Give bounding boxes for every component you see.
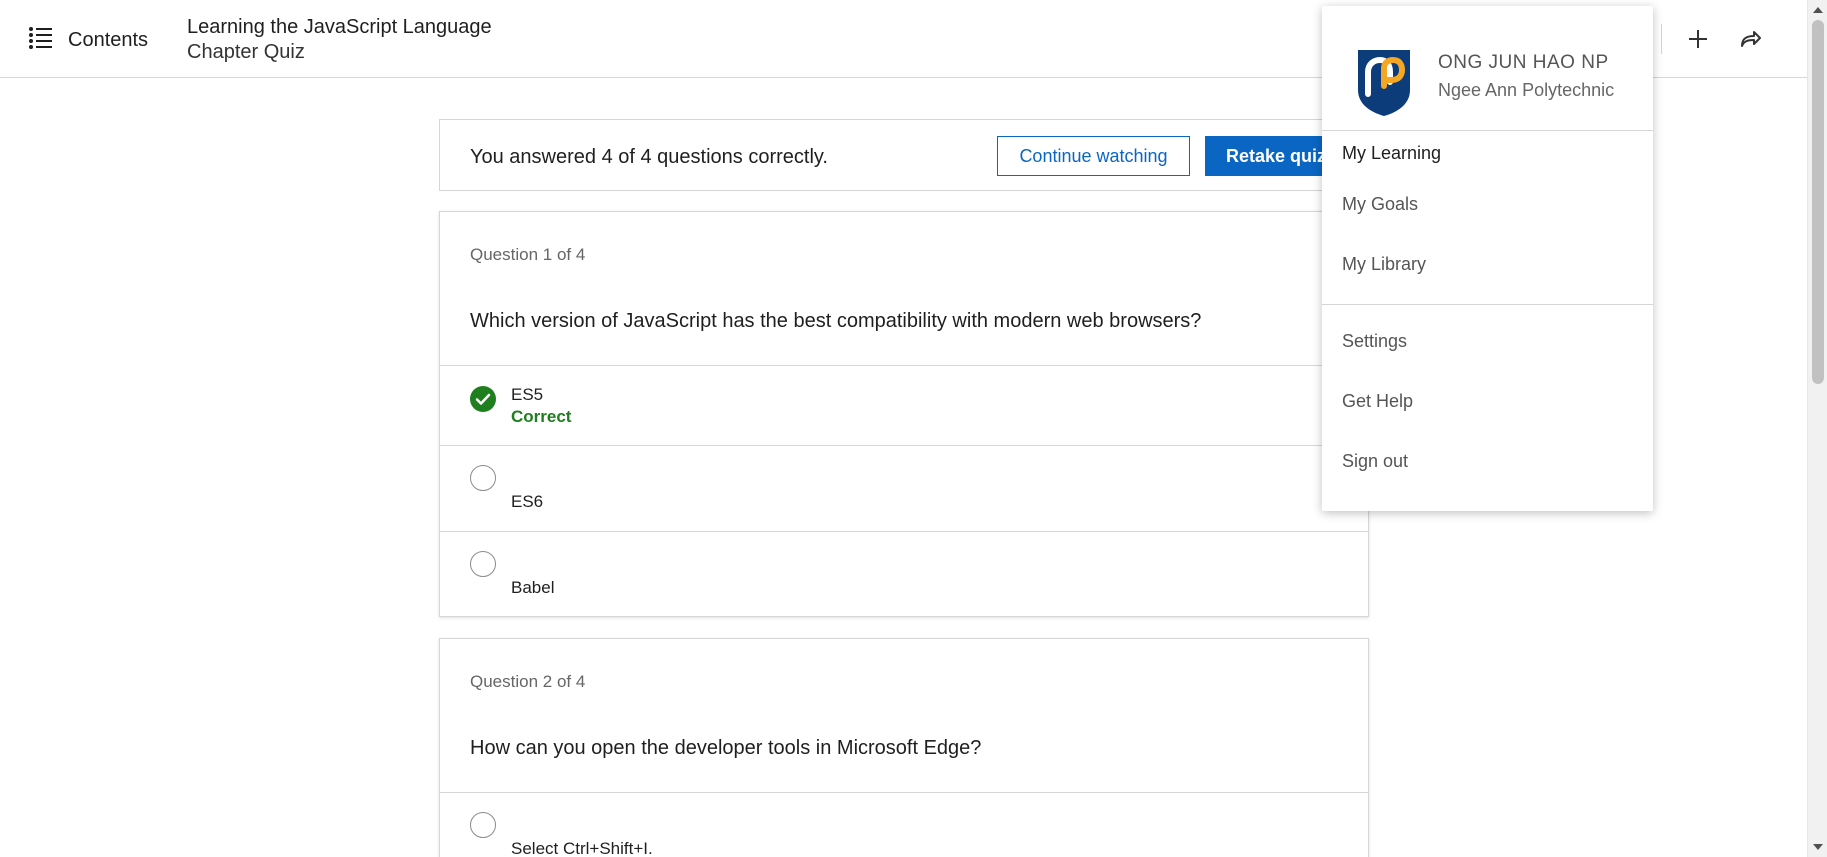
radio-button[interactable] [470, 812, 496, 838]
contents-label: Contents [68, 28, 149, 51]
scrollbar-thumb[interactable] [1812, 20, 1824, 384]
answer-option[interactable]: Select Ctrl+Shift+I. [440, 792, 1368, 857]
profile-menu: ONG JUN HAO NP Ngee Ann Polytechnic My L… [1322, 6, 1653, 511]
share-arrow-icon[interactable] [1732, 21, 1768, 57]
scroll-down-arrow-icon[interactable] [1808, 839, 1827, 855]
header-actions: 3 [1640, 20, 1784, 58]
answer-option[interactable]: Babel [440, 531, 1368, 617]
list-icon [28, 24, 54, 56]
np-shield-logo [1354, 46, 1414, 118]
option-label: Select Ctrl+Shift+I. [511, 839, 653, 857]
menu-item-sign-out[interactable]: Sign out [1342, 451, 1408, 472]
answer-option[interactable]: ES5 Correct [440, 365, 1368, 445]
question-number: Question 1 of 4 [470, 245, 586, 264]
question-card: Question 2 of 4 How can you open the dev… [439, 638, 1369, 857]
option-label: ES5 [511, 385, 544, 404]
menu-item-settings[interactable]: Settings [1342, 331, 1407, 352]
menu-item-get-help[interactable]: Get Help [1342, 391, 1413, 412]
result-banner: You answered 4 of 4 questions correctly.… [439, 119, 1370, 191]
menu-item-my-library[interactable]: My Library [1342, 254, 1426, 275]
page-scrollbar[interactable] [1807, 0, 1827, 857]
user-name: ONG JUN HAO NP [1438, 52, 1609, 73]
user-organization: Ngee Ann Polytechnic [1438, 80, 1615, 100]
plus-icon[interactable] [1680, 21, 1716, 57]
question-text: Which version of JavaScript has the best… [470, 310, 1202, 332]
question-card: Question 1 of 4 Which version of JavaScr… [439, 211, 1369, 617]
result-message: You answered 4 of 4 questions correctly. [470, 146, 828, 168]
question-text: How can you open the developer tools in … [470, 737, 982, 759]
contents-button[interactable]: Contents [28, 24, 148, 56]
menu-divider [1322, 130, 1653, 131]
menu-item-my-goals[interactable]: My Goals [1342, 194, 1418, 215]
radio-button[interactable] [470, 551, 496, 577]
question-number: Question 2 of 4 [470, 672, 586, 691]
header-divider [1661, 24, 1663, 54]
scroll-up-arrow-icon[interactable] [1808, 2, 1827, 18]
continue-watching-button[interactable]: Continue watching [997, 136, 1190, 176]
menu-divider [1322, 304, 1653, 305]
correct-feedback: Correct [511, 407, 572, 426]
answer-option[interactable]: ES6 [440, 445, 1368, 531]
course-title: Learning the JavaScript Language [187, 16, 492, 38]
check-circle-icon [470, 386, 496, 412]
option-label: Babel [511, 578, 555, 597]
menu-item-my-learning[interactable]: My Learning [1342, 143, 1441, 164]
option-label: ES6 [511, 492, 544, 511]
course-subtitle: Chapter Quiz [187, 41, 305, 63]
radio-button[interactable] [470, 465, 496, 491]
